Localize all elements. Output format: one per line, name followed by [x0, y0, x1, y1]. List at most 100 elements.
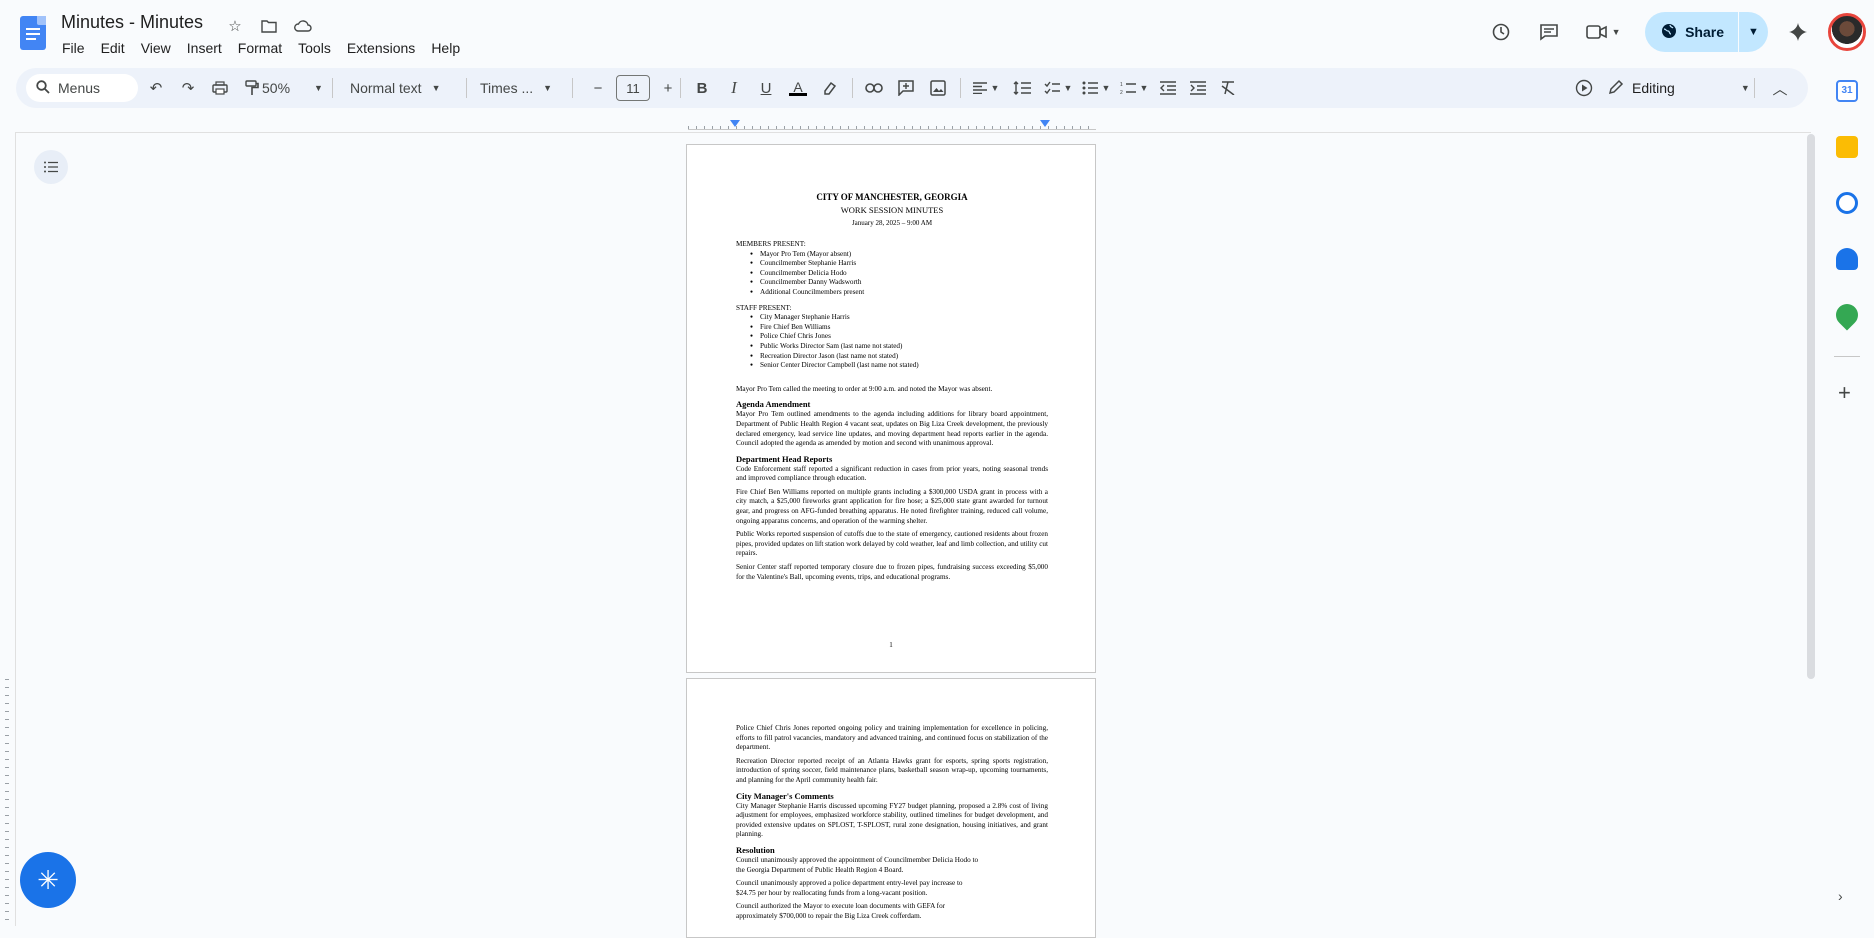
svg-text:1: 1 [1120, 82, 1123, 88]
keep-icon[interactable] [1836, 136, 1858, 158]
version-history-icon[interactable] [1483, 14, 1519, 50]
expand-side-panel-chevron-icon[interactable]: › [1838, 888, 1843, 904]
menus-search-placeholder: Menus [58, 80, 101, 96]
insert-image-icon[interactable] [924, 74, 952, 102]
increase-indent-icon[interactable] [1184, 74, 1212, 102]
document-outline-icon[interactable] [34, 150, 68, 184]
menu-bar: File Edit View Insert Format Tools Exten… [54, 38, 468, 58]
search-icon [36, 79, 50, 97]
dept-para: Code Enforcement staff reported a signif… [736, 464, 1048, 483]
docs-logo-icon[interactable] [20, 16, 46, 50]
menu-insert[interactable]: Insert [179, 38, 230, 58]
list-item: Senior Center Director Campbell (last na… [750, 361, 1048, 371]
decrease-indent-icon[interactable] [1154, 74, 1182, 102]
highlight-color-icon[interactable] [816, 74, 844, 102]
menu-view[interactable]: View [133, 38, 179, 58]
members-list: Mayor Pro Tem (Mayor absent) Councilmemb… [736, 250, 1048, 298]
menu-edit[interactable]: Edit [93, 38, 133, 58]
zoom-value: 50% [262, 80, 291, 96]
share-label: Share [1685, 24, 1724, 40]
italic-icon[interactable]: I [720, 74, 748, 102]
report-para: Police Chief Chris Jones reported ongoin… [736, 724, 1048, 752]
cloud-status-icon[interactable] [292, 15, 314, 37]
svg-text:2: 2 [1120, 90, 1123, 95]
checklist-icon[interactable]: ▼ [1040, 74, 1076, 102]
editing-mode-select[interactable]: Editing ▼ [1608, 68, 1750, 108]
share-button[interactable]: Share ▼ [1645, 12, 1768, 52]
redo-icon[interactable]: ↷ [174, 74, 202, 102]
font-select[interactable]: Times ... ▼ [480, 68, 552, 108]
font-size-input[interactable]: 11 [616, 75, 650, 101]
meet-icon[interactable]: ▼ [1579, 14, 1627, 50]
underline-icon[interactable]: U [752, 74, 780, 102]
zoom-select[interactable]: 50% ▼ [262, 68, 323, 108]
numbered-list-icon[interactable]: 1 2 ▼ [1116, 74, 1152, 102]
star-icon[interactable]: ☆ [224, 15, 246, 37]
agenda-heading: Agenda Amendment [736, 399, 811, 410]
pencil-icon [1608, 79, 1624, 98]
menu-extensions[interactable]: Extensions [339, 38, 423, 58]
vertical-ruler[interactable] [5, 672, 13, 926]
list-item: City Manager Stephanie Harris [750, 313, 1048, 323]
add-addon-icon[interactable]: + [1838, 380, 1851, 406]
chevron-down-icon: ▼ [431, 83, 441, 93]
chevron-down-icon: ▼ [1740, 83, 1750, 93]
paragraph-style-select[interactable]: Normal text ▼ [350, 68, 441, 108]
members-heading: MEMBERS PRESENT: [736, 240, 806, 248]
vertical-scrollbar[interactable] [1807, 134, 1815, 679]
voice-typing-icon[interactable] [1570, 74, 1598, 102]
list-item: Councilmember Stephanie Harris [750, 259, 1048, 269]
bold-icon[interactable]: B [688, 74, 716, 102]
list-item: Additional Councilmembers present [750, 288, 1048, 298]
bulleted-list-icon[interactable]: ▼ [1078, 74, 1114, 102]
dept-heading: Department Head Reports [736, 453, 833, 464]
left-indent-marker[interactable] [730, 120, 740, 127]
share-options-chevron-icon[interactable]: ▼ [1738, 12, 1768, 52]
maps-icon[interactable] [1831, 299, 1863, 331]
menu-tools[interactable]: Tools [290, 38, 339, 58]
right-indent-marker[interactable] [1040, 120, 1050, 127]
list-item: Public Works Director Sam (last name not… [750, 342, 1048, 352]
menus-search[interactable]: Menus [26, 74, 138, 102]
horizontal-ruler[interactable] [688, 120, 1096, 130]
document-page-1[interactable]: CITY OF MANCHESTER, GEORGIA WORK SESSION… [686, 144, 1096, 673]
list-item: Councilmember Danny Wadsworth [750, 278, 1048, 288]
menu-file[interactable]: File [54, 38, 93, 58]
tasks-icon[interactable] [1836, 192, 1858, 214]
side-panel-divider [1834, 356, 1860, 357]
undo-icon[interactable]: ↶ [142, 74, 170, 102]
decrease-font-size-icon[interactable]: − [584, 74, 612, 102]
line-spacing-icon[interactable] [1006, 74, 1038, 102]
doc-title: CITY OF MANCHESTER, GEORGIA [816, 192, 968, 202]
contacts-icon[interactable] [1836, 248, 1858, 270]
chevron-down-icon: ▼ [543, 83, 553, 93]
menu-format[interactable]: Format [230, 38, 290, 58]
insert-comment-icon[interactable] [892, 74, 920, 102]
editing-mode-label: Editing [1632, 80, 1675, 96]
increase-font-size-icon[interactable]: + [654, 74, 682, 102]
gemini-sparkle-icon[interactable] [1780, 14, 1816, 50]
page-number: 1 [889, 641, 893, 649]
text-color-icon[interactable]: A [784, 74, 812, 102]
calendar-icon[interactable]: 31 [1836, 80, 1858, 102]
dept-para: Fire Chief Ben Williams reported on mult… [736, 487, 1048, 525]
resolution-item: Council authorized the Mayor to execute … [736, 902, 946, 920]
insert-link-icon[interactable] [860, 74, 888, 102]
asterisk-icon: ✳ [37, 864, 59, 895]
clear-formatting-icon[interactable] [1214, 74, 1242, 102]
paragraph-style-value: Normal text [350, 80, 422, 96]
menu-help[interactable]: Help [423, 38, 468, 58]
move-folder-icon[interactable] [258, 15, 280, 37]
document-page-2[interactable]: Police Chief Chris Jones reported ongoin… [686, 678, 1096, 938]
print-icon[interactable] [206, 74, 234, 102]
document-title[interactable]: Minutes - Minutes [61, 12, 203, 33]
assistant-fab-button[interactable]: ✳ [20, 852, 76, 908]
resolution-heading: Resolution [736, 844, 775, 855]
agenda-text: Mayor Pro Tem outlined amendments to the… [736, 410, 1048, 448]
comments-icon[interactable] [1531, 14, 1567, 50]
resolution-item: Council unanimously approved the appoint… [736, 855, 979, 874]
align-icon[interactable]: ▼ [968, 74, 1004, 102]
account-avatar[interactable] [1828, 13, 1866, 51]
hide-menus-chevron-up-icon[interactable]: ︿ [1766, 74, 1794, 102]
resolution-item: Council unanimously approved a police de… [736, 879, 963, 897]
